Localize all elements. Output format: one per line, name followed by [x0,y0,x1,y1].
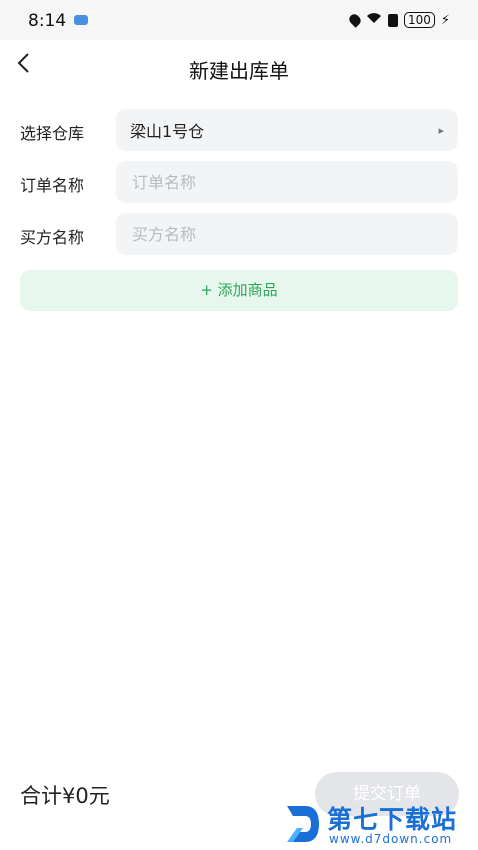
buyer-name-input[interactable] [130,223,444,245]
status-bar: 8:14 100 ⚡ [0,0,478,40]
wifi-icon [366,12,382,28]
status-icons: 100 ⚡ [347,12,450,28]
buyer-name-row: 买方名称 [20,213,458,255]
buyer-name-field-wrap [116,213,458,255]
warehouse-row: 选择仓库 梁山1号仓 ▸ [20,109,458,151]
order-name-row: 订单名称 [20,161,458,203]
watermark-url: www.d7down.com [329,832,453,846]
app-header: 新建出库单 [0,40,478,96]
watermark-logo-icon [287,806,319,842]
battery-icon: 100 [403,12,435,28]
usb-icon [74,15,88,25]
watermark: 第七下载站 www.d7down.com [285,800,475,848]
location-icon [347,12,363,28]
buyer-name-label: 买方名称 [20,228,85,247]
add-product-button[interactable]: + 添加商品 [20,270,458,311]
charging-icon: ⚡ [440,12,450,28]
order-name-field-wrap [116,161,458,203]
warehouse-select[interactable]: 梁山1号仓 ▸ [116,109,458,151]
order-total: 合计¥0元 [20,784,110,808]
page: { "status_bar": { "time": "8:14", "batte… [0,0,478,850]
warehouse-value: 梁山1号仓 [130,122,205,141]
warehouse-label: 选择仓库 [20,124,85,143]
page-title: 新建出库单 [189,59,289,83]
watermark-text: 第七下载站 [327,805,458,834]
order-name-input[interactable] [130,171,444,193]
sim-icon [387,13,398,27]
order-name-label: 订单名称 [20,176,85,195]
caret-right-icon: ▸ [438,123,444,137]
status-time: 8:14 [28,11,67,31]
